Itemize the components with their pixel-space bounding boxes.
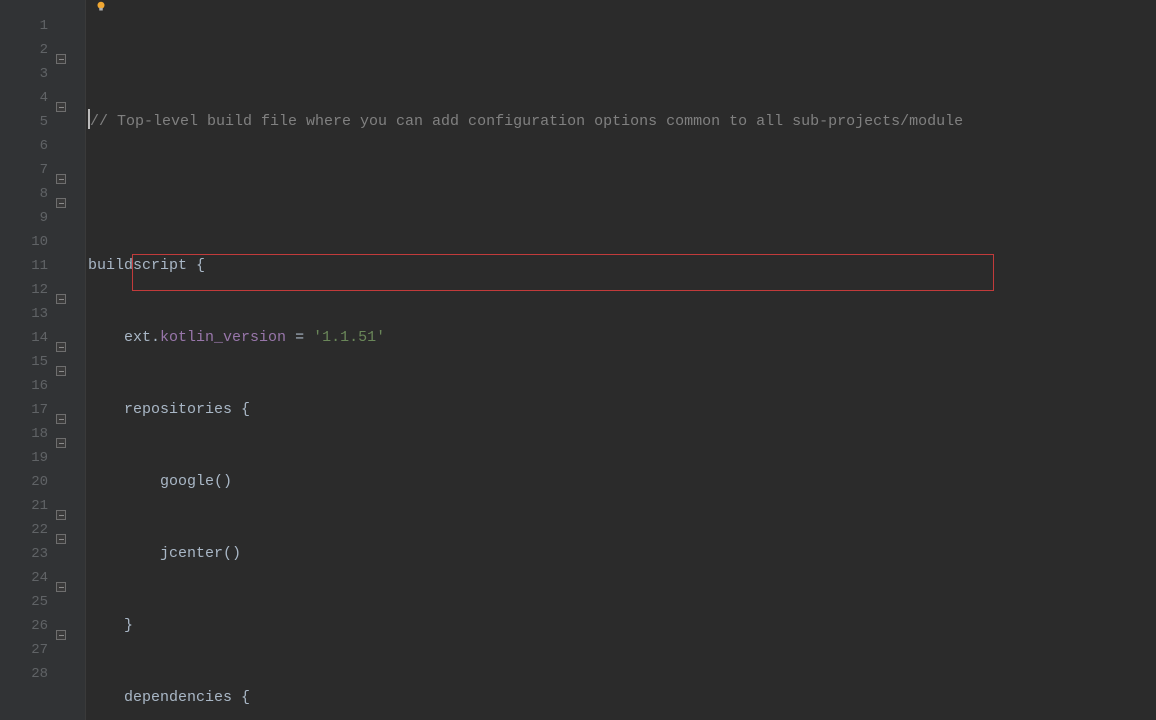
line-number: 8 xyxy=(12,182,48,206)
code-line: dependencies { xyxy=(88,686,1156,710)
fold-toggle-icon[interactable] xyxy=(56,342,66,352)
fold-toggle-icon[interactable] xyxy=(56,414,66,424)
line-number: 3 xyxy=(12,62,48,86)
fold-toggle-icon[interactable] xyxy=(56,534,66,544)
fold-toggle-icon[interactable] xyxy=(56,54,66,64)
line-number: 16 xyxy=(12,374,48,398)
line-number: 14 xyxy=(12,326,48,350)
line-number: 5 xyxy=(12,110,48,134)
line-number: 6 xyxy=(12,134,48,158)
text-cursor xyxy=(88,109,90,129)
line-number: 22 xyxy=(12,518,48,542)
fold-toggle-icon[interactable] xyxy=(56,366,66,376)
line-number: 9 xyxy=(12,206,48,230)
line-number: 11 xyxy=(12,254,48,278)
line-number: 19 xyxy=(12,446,48,470)
code-content[interactable]: // Top-level build file where you can ad… xyxy=(86,0,1156,720)
line-number: 28 xyxy=(12,662,48,686)
code-line: jcenter() xyxy=(88,542,1156,566)
line-number: 26 xyxy=(12,614,48,638)
gutter: 1 2 3 4 5 6 7 8 9 10 11 12 13 14 15 16 1… xyxy=(0,0,86,720)
fold-toggle-icon[interactable] xyxy=(56,174,66,184)
line-number: 20 xyxy=(12,470,48,494)
line-number: 24 xyxy=(12,566,48,590)
line-number: 18 xyxy=(12,422,48,446)
line-number: 13 xyxy=(12,302,48,326)
fold-toggle-icon[interactable] xyxy=(56,294,66,304)
fold-toggle-icon[interactable] xyxy=(56,582,66,592)
code-line: ext.kotlin_version = '1.1.51' xyxy=(88,326,1156,350)
fold-toggle-icon[interactable] xyxy=(56,102,66,112)
code-line xyxy=(88,182,1156,206)
line-number: 15 xyxy=(12,350,48,374)
fold-toggle-icon[interactable] xyxy=(56,198,66,208)
line-number: 7 xyxy=(12,158,48,182)
gutter-marks-column xyxy=(0,0,12,720)
fold-toggle-icon[interactable] xyxy=(56,438,66,448)
line-number: 12 xyxy=(12,278,48,302)
line-numbers: 1 2 3 4 5 6 7 8 9 10 11 12 13 14 15 16 1… xyxy=(12,0,54,720)
intention-bulb-icon[interactable] xyxy=(94,0,108,14)
line-number: 21 xyxy=(12,494,48,518)
code-line: // Top-level build file where you can ad… xyxy=(88,110,1156,134)
fold-column xyxy=(54,0,72,720)
fold-toggle-icon[interactable] xyxy=(56,510,66,520)
line-number: 4 xyxy=(12,86,48,110)
line-number: 23 xyxy=(12,542,48,566)
line-number: 25 xyxy=(12,590,48,614)
code-line: repositories { xyxy=(88,398,1156,422)
line-number: 10 xyxy=(12,230,48,254)
code-editor[interactable]: 1 2 3 4 5 6 7 8 9 10 11 12 13 14 15 16 1… xyxy=(0,0,1156,720)
code-line: } xyxy=(88,614,1156,638)
line-number: 2 xyxy=(12,38,48,62)
code-line: google() xyxy=(88,470,1156,494)
line-number: 1 xyxy=(12,14,48,38)
code-line: buildscript { xyxy=(88,254,1156,278)
line-number: 27 xyxy=(12,638,48,662)
line-number: 17 xyxy=(12,398,48,422)
fold-toggle-icon[interactable] xyxy=(56,630,66,640)
